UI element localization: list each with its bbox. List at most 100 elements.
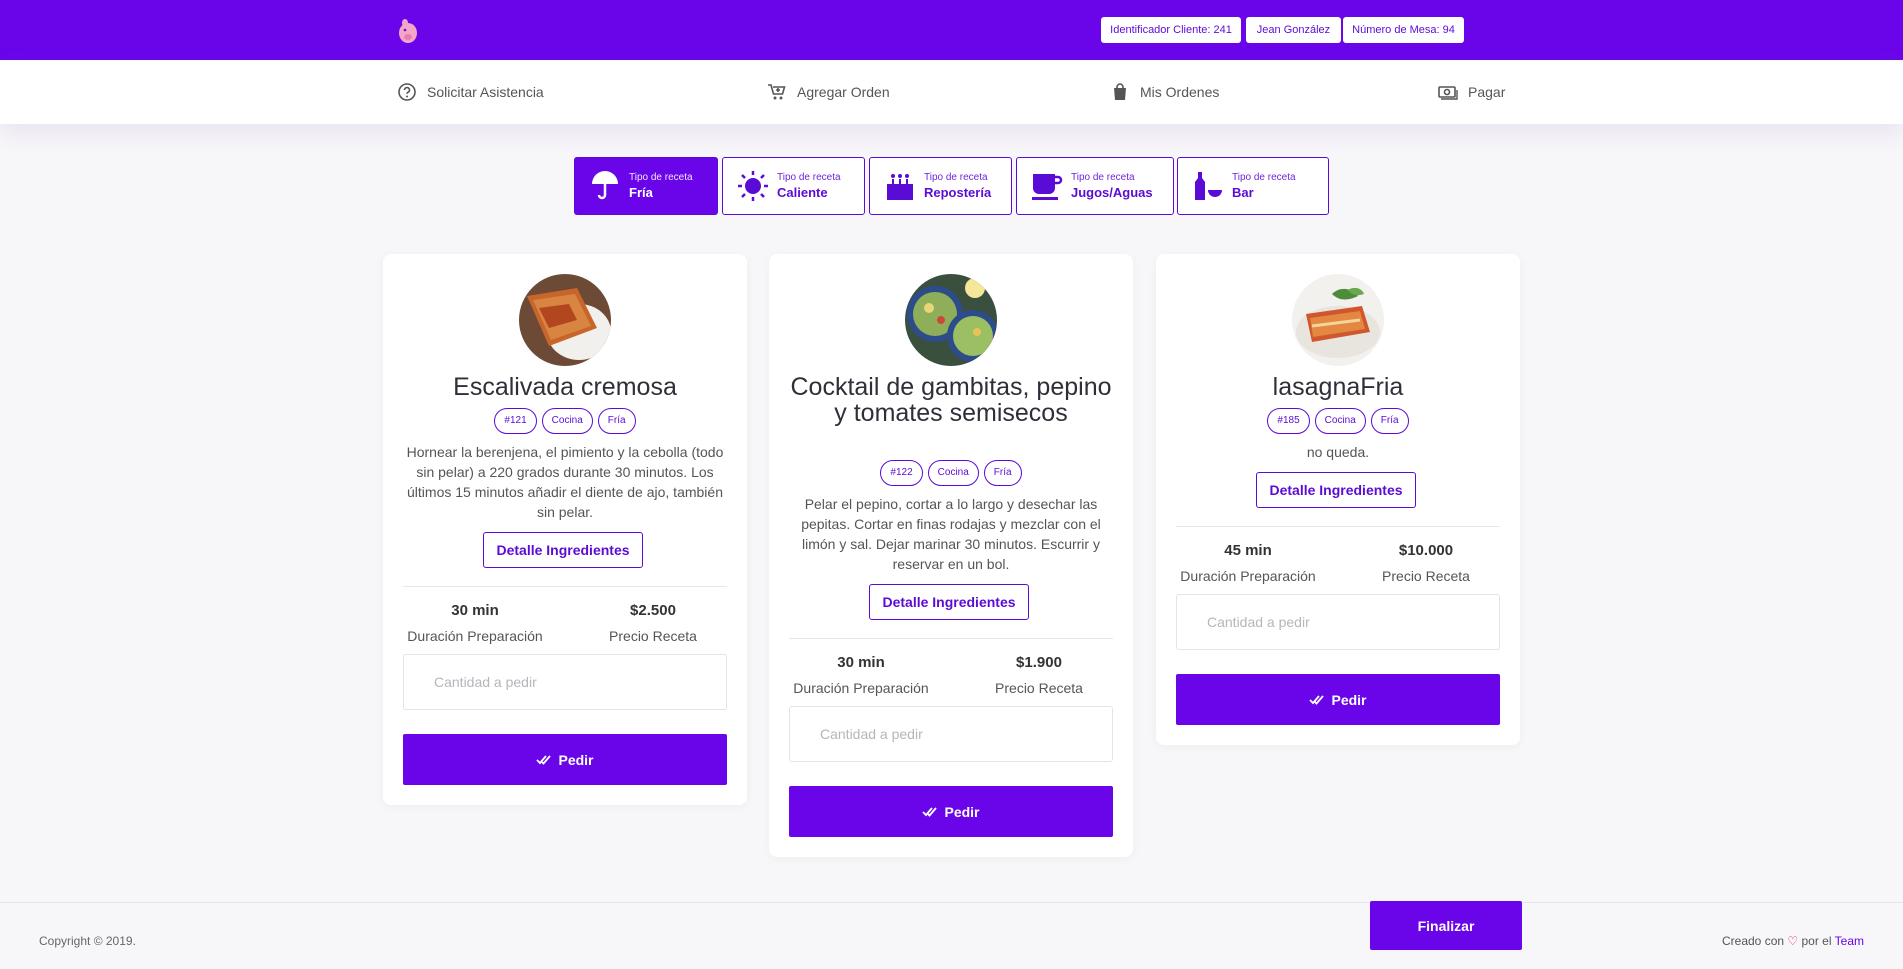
tag-id: #122 [880, 460, 923, 486]
duration-label: Duración Preparación [793, 680, 929, 696]
recipe-title: Cocktail de gambitas, pepino y tomates s… [790, 373, 1112, 427]
double-check-icon [536, 754, 552, 765]
nav-assist-label: Solicitar Asistencia [427, 84, 544, 100]
double-check-icon [1309, 694, 1325, 705]
duration-value: 45 min [1224, 542, 1272, 559]
nav-pay-label: Pagar [1468, 84, 1506, 100]
nav-my-orders[interactable]: Mis Ordenes [1110, 60, 1219, 124]
recipe-image [1292, 274, 1384, 366]
recipe-description: Pelar el pepino, cortar a lo largo y des… [801, 496, 1101, 572]
duration-label: Duración Preparación [407, 628, 543, 644]
recipe-tags: #121 Cocina Fría [383, 408, 747, 434]
tag-id: #121 [494, 408, 537, 434]
tab-jugos-label: Jugos/Aguas [1071, 185, 1153, 200]
tab-reposteria-caption: Tipo de receta [924, 172, 988, 183]
copyright-text: Copyright © 2019. [39, 934, 136, 948]
sun-icon [738, 171, 768, 201]
ingredients-detail-button[interactable]: Detalle Ingredientes [483, 532, 643, 568]
tab-caliente-caption: Tipo de receta [777, 172, 841, 183]
order-button-label: Pedir [944, 803, 980, 820]
tab-fria[interactable]: Tipo de receta Fría [574, 157, 718, 215]
price-label: Precio Receta [995, 680, 1083, 696]
tab-bar-label: Bar [1232, 185, 1254, 200]
tag-area: Cocina [541, 408, 593, 434]
recipe-title: Escalivada cremosa [453, 373, 677, 401]
pig-logo-icon[interactable] [397, 17, 419, 44]
recipe-description: Hornear la berenjena, el pimiento y la c… [406, 444, 724, 520]
tab-jugos[interactable]: Tipo de receta Jugos/Aguas [1016, 157, 1174, 215]
price-label: Precio Receta [609, 628, 697, 644]
team-link[interactable]: Team [1835, 934, 1864, 948]
credits-mid: por el [1801, 934, 1832, 948]
main-nav: Solicitar Asistencia Agregar Orden Mis O… [0, 60, 1903, 124]
order-button[interactable]: Pedir [1176, 674, 1500, 725]
recipe-title: lasagnaFria [1272, 373, 1404, 401]
double-check-icon [922, 806, 938, 817]
recipe-image [905, 274, 997, 366]
divider [403, 586, 727, 587]
quantity-input[interactable] [789, 706, 1113, 762]
divider [789, 638, 1113, 639]
price-value: $2.500 [630, 602, 676, 619]
recipe-tags: #122 Cocina Fría [769, 460, 1133, 486]
recipe-card: Escalivada cremosa #121 Cocina Fría Horn… [383, 254, 747, 805]
order-button-label: Pedir [1331, 691, 1367, 708]
order-button[interactable]: Pedir [403, 734, 727, 785]
tab-jugos-caption: Tipo de receta [1071, 172, 1135, 183]
ingredients-detail-button[interactable]: Detalle Ingredientes [1256, 472, 1416, 508]
nav-add-order[interactable]: Agregar Orden [767, 60, 890, 124]
nav-add-order-label: Agregar Orden [797, 84, 890, 100]
price-value: $1.900 [1016, 654, 1062, 671]
ingredients-detail-button[interactable]: Detalle Ingredientes [869, 584, 1029, 620]
finalize-button[interactable]: Finalizar [1370, 901, 1522, 950]
price-value: $10.000 [1398, 542, 1454, 559]
nav-assist[interactable]: Solicitar Asistencia [397, 60, 544, 124]
tab-bar-caption: Tipo de receta [1232, 172, 1296, 183]
recipe-description: no queda. [1306, 444, 1370, 460]
order-button[interactable]: Pedir [789, 786, 1113, 837]
cup-icon [1032, 174, 1063, 200]
nav-my-orders-label: Mis Ordenes [1140, 84, 1220, 100]
tab-fria-caption: Tipo de receta [629, 172, 693, 183]
recipe-tags: #185 Cocina Fría [1156, 408, 1520, 434]
bottle-icon [1195, 172, 1222, 200]
tag-type: Fría [983, 460, 1022, 486]
quantity-input[interactable] [403, 654, 727, 710]
recipe-card: lasagnaFria #185 Cocina Fría no queda. D… [1156, 254, 1520, 745]
duration-label: Duración Preparación [1180, 568, 1316, 584]
credits-prefix: Creado con [1722, 934, 1785, 948]
question-circle-icon [398, 83, 416, 101]
umbrella-icon [592, 171, 618, 200]
duration-value: 30 min [451, 602, 499, 619]
cake-icon [887, 174, 913, 200]
nav-pay[interactable]: Pagar [1438, 60, 1505, 124]
tag-type: Fría [1370, 408, 1409, 434]
credits: Creado con ♡ por el Team [1722, 934, 1864, 948]
user-name-badge: Jean González [1246, 17, 1341, 43]
tab-bar[interactable]: Tipo de receta Bar [1177, 157, 1329, 215]
price-label: Precio Receta [1382, 568, 1470, 584]
tag-id: #185 [1267, 408, 1310, 434]
recipe-card: Cocktail de gambitas, pepino y tomates s… [769, 254, 1133, 857]
footer: Copyright © 2019. Creado con ♡ por el Te… [0, 902, 1903, 969]
recipe-image [519, 274, 611, 366]
client-id-badge: Identificador Cliente: 241 [1101, 17, 1241, 43]
cart-add-icon [768, 84, 786, 100]
order-button-label: Pedir [558, 751, 594, 768]
tab-caliente[interactable]: Tipo de receta Caliente [722, 157, 865, 215]
money-icon [1438, 86, 1458, 100]
tag-area: Cocina [1314, 408, 1366, 434]
tag-area: Cocina [927, 460, 979, 486]
heart-icon: ♡ [1787, 934, 1799, 948]
tab-reposteria[interactable]: Tipo de receta Repostería [869, 157, 1012, 215]
tab-reposteria-label: Repostería [924, 185, 992, 200]
table-number-badge: Número de Mesa: 94 [1343, 17, 1464, 43]
divider [1176, 526, 1500, 527]
quantity-input[interactable] [1176, 594, 1500, 650]
shopping-bag-icon [1114, 83, 1126, 100]
tag-type: Fría [597, 408, 636, 434]
tab-caliente-label: Caliente [777, 185, 828, 200]
tab-fria-label: Fría [629, 185, 653, 200]
top-bar: Identificador Cliente: 241 Jean González… [0, 0, 1903, 60]
duration-value: 30 min [837, 654, 885, 671]
